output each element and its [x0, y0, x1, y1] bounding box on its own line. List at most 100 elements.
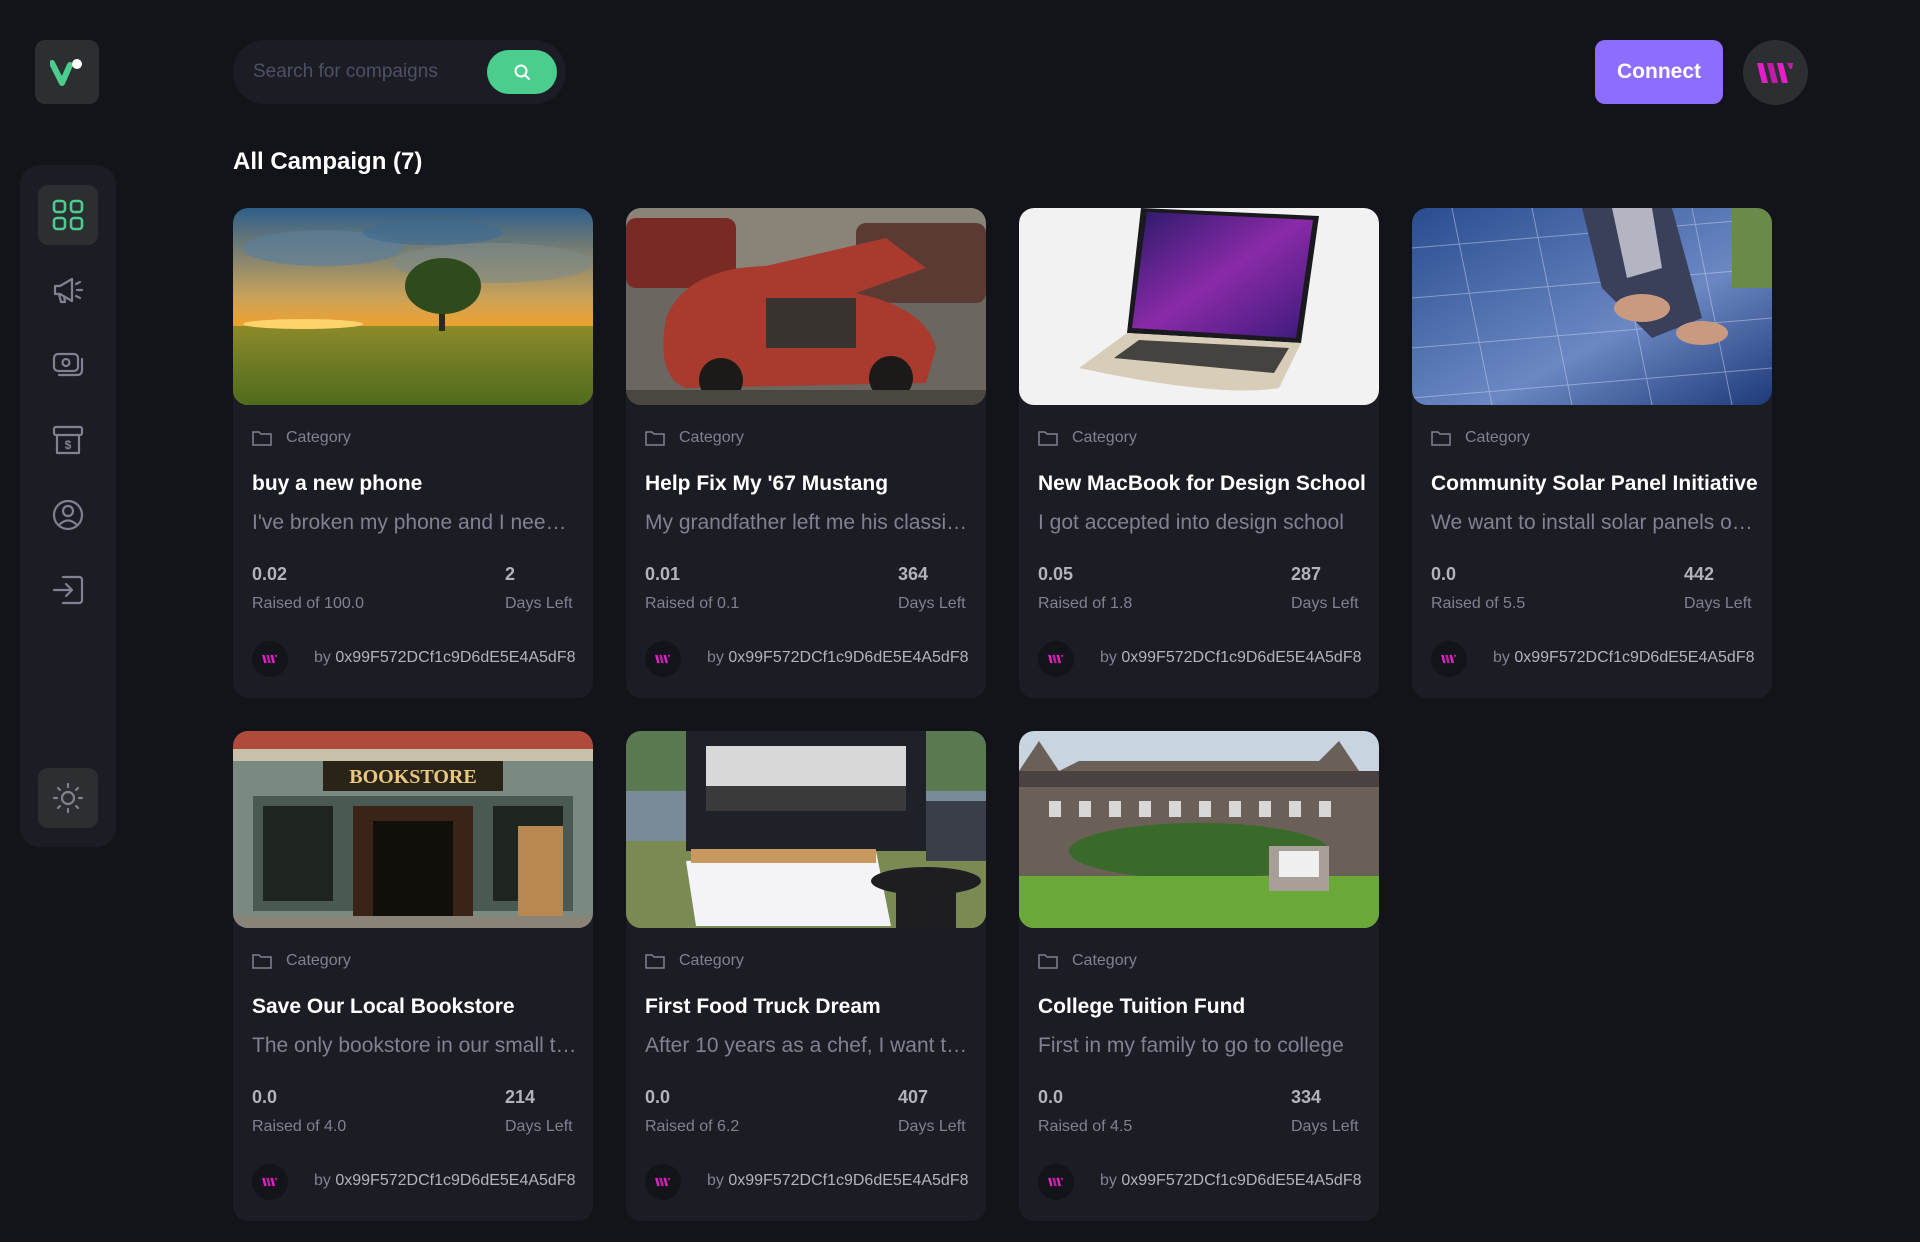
days-left-label: Days Left	[505, 1118, 573, 1135]
days-left-label: Days Left	[505, 595, 573, 612]
campaign-title: First Food Truck Dream	[645, 995, 881, 1018]
folder-icon	[645, 954, 665, 969]
campaign-card[interactable]: Category New MacBook for Design School I…	[1019, 208, 1379, 698]
category-label: Category	[1072, 429, 1137, 446]
owner-avatar	[252, 1164, 288, 1200]
campaign-title: Help Fix My '67 Mustang	[645, 472, 889, 495]
app-logo[interactable]	[35, 40, 99, 104]
days-left-label: Days Left	[898, 1118, 966, 1135]
thirdweb-logo-icon	[1441, 654, 1457, 664]
campaign-description: We want to install solar panels on our c…	[1431, 511, 1756, 534]
campaign-card[interactable]: Category Help Fix My '67 Mustang My gran…	[626, 208, 986, 698]
campaign-image	[233, 208, 593, 405]
campaign-card[interactable]: Category Community Solar Panel Initiativ…	[1412, 208, 1772, 698]
folder-icon	[252, 954, 272, 969]
campaign-description: I've broken my phone and I need a new on…	[252, 511, 577, 534]
raised-amount: 0.0	[252, 1087, 278, 1107]
search-bar	[233, 40, 566, 104]
sidebar-item-profile[interactable]	[38, 485, 98, 545]
owner-avatar	[645, 641, 681, 677]
category-label: Category	[679, 952, 744, 969]
category-label: Category	[679, 429, 744, 446]
days-left-label: Days Left	[898, 595, 966, 612]
thirdweb-logo-icon	[655, 654, 671, 664]
owner-address: 0x99F572DCf1c9D6dE5E4A5dF8	[1121, 649, 1362, 666]
raised-amount: 0.0	[1038, 1087, 1064, 1107]
owner-address: 0x99F572DCf1c9D6dE5E4A5dF8	[728, 1172, 969, 1189]
owner-text: by 0x99F572DCf1c9D6dE5E4A5dF8	[314, 649, 576, 666]
raised-amount: 0.0	[1431, 564, 1457, 584]
campaign-image	[1019, 208, 1379, 405]
owner-text: by 0x99F572DCf1c9D6dE5E4A5dF8	[1100, 649, 1362, 666]
raised-label: Raised of 0.1	[645, 595, 740, 612]
raised-amount: 0.01	[645, 564, 681, 584]
campaign-image	[1412, 208, 1772, 405]
sidebar: $	[20, 165, 116, 847]
campaign-card[interactable]: BOOKSTORE Category Save Our Local Bookst…	[233, 731, 593, 1221]
category-row: Category	[1431, 428, 1530, 448]
days-left-value: 334	[1291, 1087, 1322, 1107]
category-row: Category	[1038, 951, 1137, 971]
category-label: Category	[286, 952, 351, 969]
sun-icon	[52, 782, 84, 814]
days-left-value: 442	[1684, 564, 1715, 584]
campaign-title: buy a new phone	[252, 472, 423, 495]
user-avatar[interactable]	[1743, 40, 1808, 105]
search-input[interactable]	[253, 40, 493, 104]
category-row: Category	[252, 428, 351, 448]
folder-icon	[1431, 431, 1451, 446]
sidebar-item-payment[interactable]	[38, 335, 98, 395]
campaign-description: After 10 years as a chef, I want to open…	[645, 1034, 970, 1057]
owner-avatar	[1038, 1164, 1074, 1200]
owner-text: by 0x99F572DCf1c9D6dE5E4A5dF8	[314, 1172, 576, 1189]
owner-address: 0x99F572DCf1c9D6dE5E4A5dF8	[335, 1172, 576, 1189]
owner-address: 0x99F572DCf1c9D6dE5E4A5dF8	[1514, 649, 1755, 666]
search-icon	[514, 64, 530, 80]
connect-button[interactable]: Connect	[1595, 40, 1723, 104]
category-row: Category	[252, 951, 351, 971]
folder-icon	[645, 431, 665, 446]
thirdweb-logo-icon	[262, 654, 278, 664]
owner-text: by 0x99F572DCf1c9D6dE5E4A5dF8	[1493, 649, 1755, 666]
raised-amount: 0.05	[1038, 564, 1074, 584]
days-left-label: Days Left	[1291, 1118, 1359, 1135]
page-title: All Campaign (7)	[233, 148, 423, 175]
campaign-card[interactable]: Category College Tuition Fund First in m…	[1019, 731, 1379, 1221]
sidebar-item-logout[interactable]	[38, 560, 98, 620]
owner-text: by 0x99F572DCf1c9D6dE5E4A5dF8	[707, 1172, 969, 1189]
campaign-description: I got accepted into design school	[1038, 511, 1344, 534]
campaign-card[interactable]: Category buy a new phone I've broken my …	[233, 208, 593, 698]
megaphone-icon	[53, 277, 84, 304]
owner-address: 0x99F572DCf1c9D6dE5E4A5dF8	[728, 649, 969, 666]
campaign-title: New MacBook for Design School	[1038, 472, 1366, 495]
theme-toggle-button[interactable]	[38, 768, 98, 828]
days-left-value: 407	[898, 1087, 929, 1107]
app: $ Search for compaigns Connect All Campa…	[0, 0, 1920, 1242]
raised-label: Raised of 1.8	[1038, 595, 1133, 612]
thirdweb-logo-icon	[1756, 62, 1793, 83]
campaign-image	[626, 731, 986, 928]
folder-icon	[252, 431, 272, 446]
thirdweb-logo-icon	[262, 1177, 278, 1187]
campaign-card[interactable]: Category First Food Truck Dream After 10…	[626, 731, 986, 1221]
campaign-image	[1019, 731, 1379, 928]
days-left-value: 2	[505, 564, 516, 584]
campaign-description: The only bookstore in our small town	[252, 1034, 577, 1057]
svg-text:$: $	[65, 438, 72, 452]
raised-amount: 0.02	[252, 564, 288, 584]
sidebar-item-dashboard[interactable]	[38, 185, 98, 245]
sidebar-item-withdraw[interactable]: $	[38, 410, 98, 470]
category-row: Category	[1038, 428, 1137, 448]
owner-avatar	[1431, 641, 1467, 677]
folder-icon	[1038, 954, 1058, 969]
campaign-description: First in my family to go to college	[1038, 1034, 1344, 1057]
sidebar-item-campaign[interactable]	[38, 260, 98, 320]
raised-label: Raised of 100.0	[252, 595, 365, 612]
thirdweb-logo-icon	[1048, 654, 1064, 664]
owner-address: 0x99F572DCf1c9D6dE5E4A5dF8	[335, 649, 576, 666]
days-left-value: 287	[1291, 564, 1322, 584]
logout-icon	[52, 575, 84, 605]
search-button[interactable]	[487, 50, 557, 94]
owner-avatar	[252, 641, 288, 677]
owner-text: by 0x99F572DCf1c9D6dE5E4A5dF8	[707, 649, 969, 666]
